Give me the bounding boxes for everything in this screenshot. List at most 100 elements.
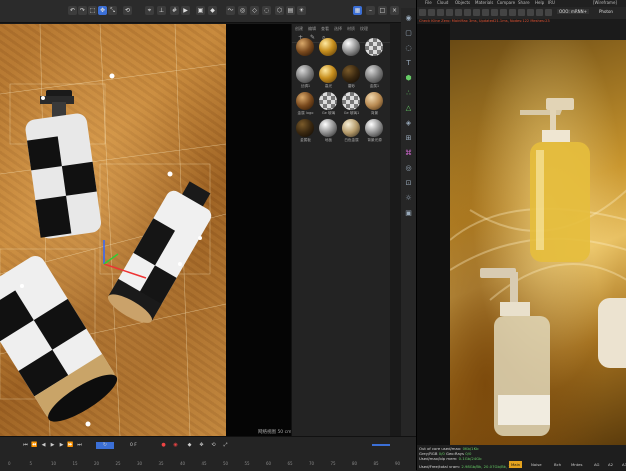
text-tool-icon[interactable]: T	[404, 59, 413, 68]
material-swatch[interactable]	[318, 38, 339, 64]
minimize-icon[interactable]: –	[366, 6, 375, 15]
rw-menu-cloud[interactable]: Cloud	[437, 0, 448, 5]
preset-select[interactable]: OOO: mRNN+	[557, 9, 590, 14]
field-icon[interactable]: ◌	[262, 6, 271, 15]
lasso-icon[interactable]: ◌	[404, 44, 413, 53]
mat-menu-view[interactable]: 查看	[321, 26, 329, 32]
undo-icon[interactable]: ↶	[68, 6, 77, 15]
spline-icon[interactable]: 〜	[226, 6, 235, 15]
stop-icon[interactable]	[509, 9, 516, 16]
uv-mode-icon[interactable]: ⊞	[404, 134, 413, 143]
render-output-image[interactable]	[450, 40, 626, 445]
position-key-icon[interactable]: ✥	[198, 442, 205, 449]
next-frame-icon[interactable]: ▶	[58, 442, 65, 449]
generator-icon[interactable]: ◎	[238, 6, 247, 15]
display-mode-select[interactable]: Photon	[599, 9, 613, 14]
scale-key-icon[interactable]: ⤢	[222, 442, 229, 449]
render-icon[interactable]: ▶	[181, 6, 190, 15]
material-swatch[interactable]: 地板	[318, 119, 339, 145]
rw-menu-objects[interactable]: Objects	[455, 0, 470, 5]
axis-icon[interactable]: ⊥	[157, 6, 166, 15]
points-mode-icon[interactable]: ∴	[404, 89, 413, 98]
bottle-2[interactable]	[104, 175, 221, 328]
clay-mode-icon[interactable]	[437, 9, 444, 16]
coordinate-icon[interactable]: ⌖	[145, 6, 154, 15]
histogram-icon[interactable]	[536, 9, 543, 16]
subsampling-icon[interactable]	[446, 9, 453, 16]
edges-mode-icon[interactable]: △	[404, 104, 413, 113]
zoom-icon[interactable]	[518, 9, 525, 16]
mat-menu-select[interactable]: 选择	[334, 26, 342, 32]
send-scene-icon[interactable]	[419, 9, 426, 16]
camera-icon[interactable]: ▤	[286, 6, 295, 15]
live-select-icon[interactable]: ◉	[404, 14, 413, 23]
rw-menu-file[interactable]: File	[425, 0, 432, 5]
render-tab[interactable]: AG	[592, 461, 601, 468]
timeline-zoom-slider[interactable]	[372, 444, 390, 446]
close-icon[interactable]: ×	[390, 6, 399, 15]
material-swatch[interactable]: 金属板	[295, 119, 316, 145]
bottle-3[interactable]	[0, 252, 123, 429]
deformer-icon[interactable]: ◇	[250, 6, 259, 15]
picture-viewer-icon[interactable]: ▣	[196, 6, 205, 15]
rw-menu-compare[interactable]: Compare	[497, 0, 515, 5]
save-image-icon[interactable]	[491, 9, 498, 16]
render-tab[interactable]: Main	[509, 461, 523, 468]
rw-menu-share[interactable]: Share	[518, 0, 530, 5]
rw-menu-materials[interactable]: Materials	[475, 0, 493, 5]
render-tab[interactable]: A3	[620, 461, 626, 468]
autokey-icon[interactable]: ◉	[172, 442, 179, 449]
material-swatch[interactable]: 背景	[364, 92, 385, 118]
render-tab[interactable]: A2	[606, 461, 615, 468]
mat-menu-material[interactable]: 材质	[347, 26, 355, 32]
prev-frame-icon[interactable]: ◀	[40, 442, 47, 449]
rw-menu-help[interactable]: Help	[535, 0, 544, 5]
material-swatch[interactable]: 金属1	[364, 65, 385, 91]
rw-menu-iru[interactable]: IRU	[548, 0, 555, 5]
bottle-1[interactable]	[24, 90, 102, 240]
lock-icon[interactable]: ⊡	[404, 179, 413, 188]
mat-menu-texture[interactable]: 纹理	[360, 26, 368, 32]
play-icon[interactable]: ▶	[49, 442, 56, 449]
region-render-icon[interactable]	[455, 9, 462, 16]
fit-icon[interactable]	[527, 9, 534, 16]
material-swatch[interactable]	[341, 38, 362, 64]
rotate-tool-icon[interactable]: ⟲	[123, 6, 132, 15]
record-icon[interactable]: ●	[160, 442, 167, 449]
settings-icon[interactable]: ▣	[404, 209, 413, 218]
prev-key-icon[interactable]: ⏪	[31, 442, 38, 449]
material-swatch[interactable]: 金属 logo	[295, 92, 316, 118]
material-swatch[interactable]: Ge 玻璃1	[341, 92, 362, 118]
keyframe-icon[interactable]: ◆	[186, 442, 193, 449]
scale-tool-icon[interactable]: ⤡	[108, 6, 117, 15]
select-tool-icon[interactable]: ⬚	[88, 6, 97, 15]
workplane-icon[interactable]: ◎	[404, 164, 413, 173]
move-tool-icon[interactable]: ✥	[98, 6, 107, 15]
next-key-icon[interactable]: ⏩	[67, 442, 74, 449]
polygons-mode-icon[interactable]: ◈	[404, 119, 413, 128]
3d-viewport[interactable]	[0, 24, 226, 436]
material-picker-icon[interactable]	[473, 9, 480, 16]
material-swatch[interactable]: Ge 玻璃	[318, 92, 339, 118]
maximize-icon[interactable]: □	[378, 6, 387, 15]
mat-menu-create[interactable]: 创建	[295, 26, 303, 32]
material-swatch[interactable]: 磨砂	[341, 65, 362, 91]
lock-resolution-icon[interactable]	[482, 9, 489, 16]
render-tab[interactable]: Mntes	[569, 461, 585, 468]
layout-icon[interactable]: ▦	[353, 6, 362, 15]
mat-menu-edit[interactable]: 编辑	[308, 26, 316, 32]
rotation-key-icon[interactable]: ⟲	[210, 442, 217, 449]
light-bulb-icon[interactable]: ☼	[404, 194, 413, 203]
cube-icon[interactable]: ◆	[208, 6, 217, 15]
grid-icon[interactable]: #	[170, 6, 179, 15]
snap-icon[interactable]: ⌘	[404, 149, 413, 158]
loop-icon[interactable]: ↻	[96, 442, 114, 449]
current-frame[interactable]: 0 F	[130, 443, 137, 448]
render-tab[interactable]: Noise	[529, 461, 544, 468]
goto-end-icon[interactable]: ⏭	[76, 442, 83, 449]
focus-picker-icon[interactable]	[464, 9, 471, 16]
light-icon[interactable]: ☀	[297, 6, 306, 15]
material-swatch[interactable]	[295, 38, 316, 64]
box-select-icon[interactable]: ▢	[404, 29, 413, 38]
restart-render-icon[interactable]	[428, 9, 435, 16]
